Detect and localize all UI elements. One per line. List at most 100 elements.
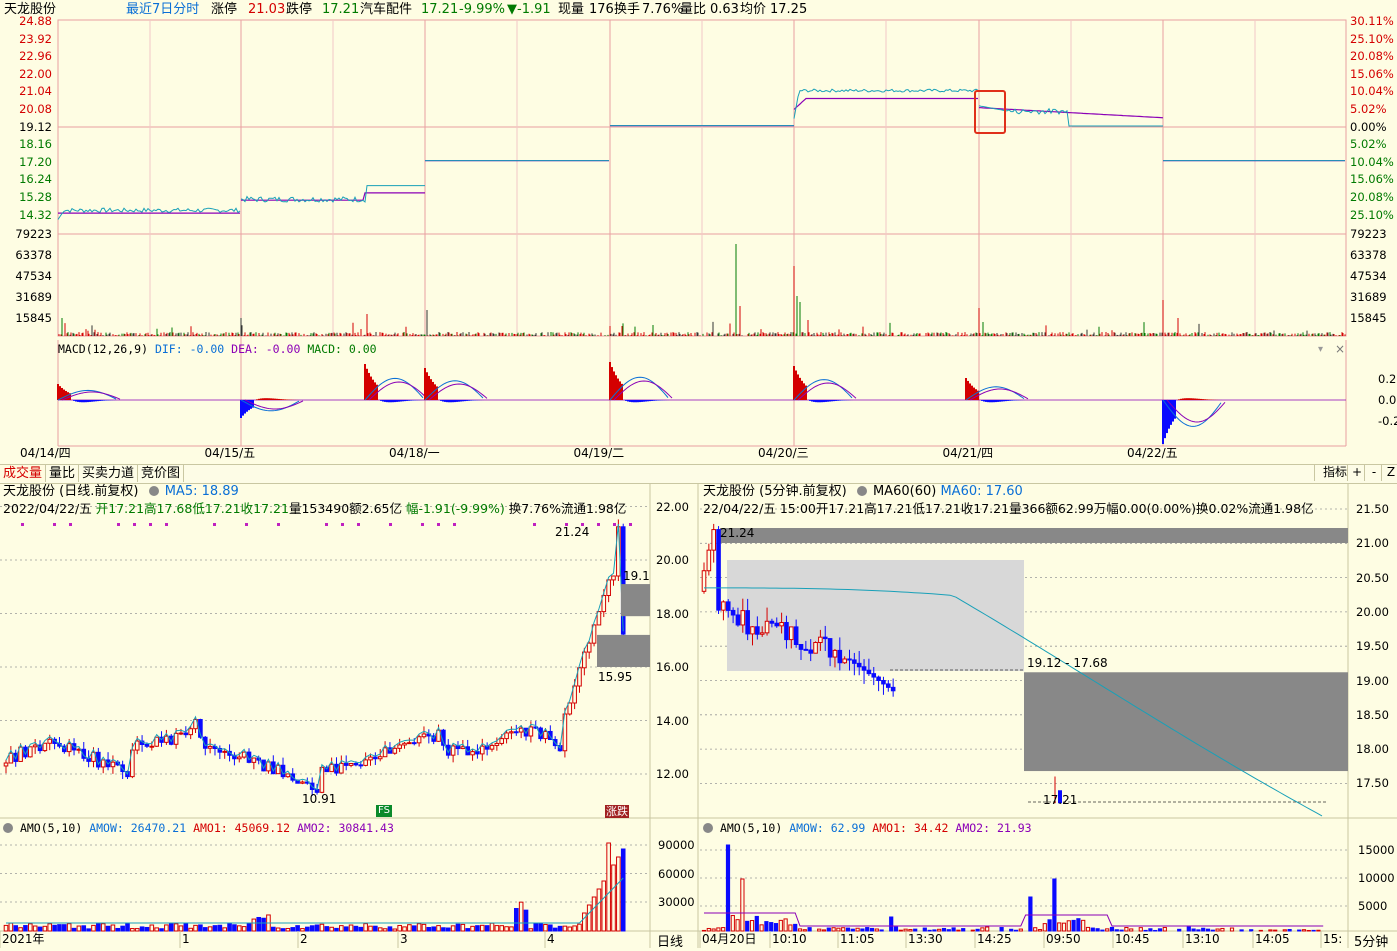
daily-open: 开17.21 <box>95 501 145 516</box>
daily-period-button[interactable]: 日线 <box>657 931 683 950</box>
min5-amo-bar <box>970 929 975 932</box>
daily-candle <box>193 719 198 730</box>
daily-amo-bar <box>96 922 101 932</box>
min5-price-tick: 18.00 <box>1356 742 1389 757</box>
daily-candle <box>552 739 558 747</box>
min5-price-tick: 19.50 <box>1356 639 1389 654</box>
min5-time-label: 10:45 <box>1115 932 1150 946</box>
min5-price-tick: 21.00 <box>1356 536 1389 551</box>
daily-amo-bar <box>397 924 402 932</box>
daily-candle <box>441 729 446 746</box>
daily-amo-bar <box>421 923 427 932</box>
min5-amo-bar <box>1306 929 1311 932</box>
min5-amo-bar <box>1028 896 1033 932</box>
min5-time-label: 14:25 <box>977 932 1012 946</box>
daily-candle <box>217 747 223 753</box>
tab-volume-ratio[interactable]: 量比 <box>46 465 80 482</box>
daily-candle <box>445 744 451 756</box>
limit-badge[interactable]: 涨跌 <box>605 805 629 818</box>
tab-volume[interactable]: 成交量 <box>0 465 47 482</box>
volume-tick-right: 31689 <box>1350 290 1387 304</box>
volume-tick-right: 79223 <box>1350 227 1387 241</box>
daily-amo-bar <box>387 926 393 932</box>
tab-auction[interactable]: 竞价图 <box>138 465 185 482</box>
daily-amo-bar <box>348 924 354 932</box>
min5-candle <box>866 669 872 675</box>
min5-amo-bar <box>980 927 985 932</box>
min5-amount: 额62.99万 <box>1045 501 1107 516</box>
daily-amo-bar <box>62 924 67 932</box>
min5-period-button[interactable]: 5分钟 <box>1354 931 1388 950</box>
min5-amo-bar <box>1268 929 1273 932</box>
chevron-down-icon[interactable]: ▾ <box>1318 344 1323 355</box>
fs-badge[interactable]: FS <box>376 805 392 817</box>
min5-ma60-line <box>704 587 1323 817</box>
min5-amo-bar <box>1229 927 1235 932</box>
min5-amo-bar <box>730 915 735 932</box>
min5-amo-bar <box>793 923 798 932</box>
daily-amo-bar <box>193 924 198 932</box>
min5-amo-bar <box>927 929 932 932</box>
daily-amo-bar <box>596 888 602 932</box>
daily-amo-bar <box>577 923 582 932</box>
settings-dot-icon[interactable] <box>148 486 159 496</box>
min5-amo-bar <box>831 927 836 932</box>
daily-right-label: 15.95 <box>598 670 633 684</box>
daily-amo-bar <box>18 927 23 932</box>
min5-candle <box>808 649 814 654</box>
min5-amo-bar <box>802 929 807 932</box>
daily-candle <box>149 745 155 748</box>
signal-dot <box>389 523 392 526</box>
close-icon[interactable]: × <box>1335 342 1345 356</box>
pct-tick: 0.00% <box>1350 119 1387 134</box>
daily-amo-bar <box>66 923 72 932</box>
daily-candle <box>616 526 621 577</box>
min5-amo-bar <box>754 915 759 932</box>
tab-buy-sell-power[interactable]: 买卖力道 <box>79 465 139 482</box>
z-button[interactable]: Z <box>1381 464 1397 481</box>
daily-candle <box>411 742 417 745</box>
pct-tick: 20.08% <box>1350 49 1394 64</box>
settings-dot-icon[interactable] <box>3 823 13 833</box>
daily-amo-bar <box>125 922 130 932</box>
price-tick: 20.08 <box>19 102 52 116</box>
min5-high: 高17.21 <box>864 501 913 516</box>
settings-dot-icon[interactable] <box>856 486 867 496</box>
daily-candle <box>285 773 291 778</box>
daily-amo-bar <box>183 922 189 932</box>
min5-candle <box>716 529 721 611</box>
daily-candle <box>207 745 213 749</box>
min5-amo-bar <box>1311 929 1316 932</box>
daily-amo-bar <box>382 928 388 932</box>
min5-amo-bar <box>1042 923 1047 932</box>
min5-amo-bar <box>865 927 870 932</box>
daily-amo-bar <box>207 926 213 932</box>
daily-amo-bar <box>57 924 62 932</box>
daily-amo-bar <box>3 924 9 932</box>
min5-amo-bar <box>725 844 731 932</box>
daily-price-tick: 16.00 <box>656 660 689 674</box>
min5-candle <box>750 626 755 635</box>
min5-amo-title: AMO(5,10) <box>719 821 783 835</box>
daily-amo-bar <box>275 927 281 932</box>
min5-ma-label: MA60(60) <box>872 484 937 499</box>
min5-amo-bar <box>1191 928 1196 932</box>
signal-dot <box>69 523 72 526</box>
min5-amo-bar <box>1162 926 1167 932</box>
price-tick: 21.04 <box>19 84 52 99</box>
intraday-chart[interactable] <box>0 0 1397 464</box>
daily-candle <box>105 759 111 768</box>
daily-amo-bar <box>81 925 87 932</box>
daily-candle <box>426 733 432 737</box>
daily-candle <box>528 726 534 737</box>
daily-amo-bar <box>168 923 174 932</box>
min5-amo-tick: 5000 <box>1358 899 1388 913</box>
settings-dot-icon[interactable] <box>703 823 713 833</box>
daily-amo-bar <box>232 924 237 932</box>
daily-candle <box>591 624 597 644</box>
min5-amo-tick: 10000 <box>1358 871 1395 885</box>
daily-candle <box>110 761 116 768</box>
daily-amo-bar <box>198 924 203 932</box>
signal-dot <box>277 523 280 526</box>
min5-amo-bar <box>821 929 827 932</box>
